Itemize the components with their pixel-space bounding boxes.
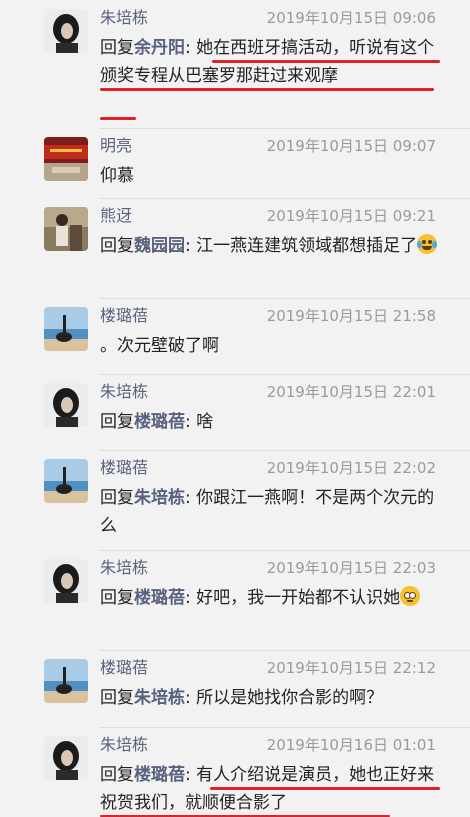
comment-time: 2019年10月15日 22:02 <box>266 459 436 477</box>
reply-target-name[interactable]: 朱培栋 <box>134 488 185 508</box>
reply-target-name[interactable]: 楼璐蓓 <box>134 765 185 785</box>
comment-item: 朱培栋 2019年10月15日 09:06 回复余丹阳: 她在西班牙搞活动，听说… <box>0 0 470 90</box>
laugh-cry-emoji-icon <box>417 234 438 254</box>
comment-text[interactable]: 。次元壁破了啊 <box>100 332 445 360</box>
comment-time: 2019年10月15日 09:07 <box>266 137 436 155</box>
comment-item: 朱培栋 2019年10月16日 01:01 回复楼璐蓓: 有人介绍说是演员，她也… <box>0 727 470 817</box>
avatar[interactable] <box>44 137 88 181</box>
comment-item: 熊迓 2019年10月15日 09:21 回复魏园园: 江一燕连建筑领域都想插足… <box>0 198 470 260</box>
comment-item: 明亮 2019年10月15日 09:07 仰慕 <box>0 128 470 190</box>
flushed-emoji-icon <box>400 586 421 606</box>
comment-text[interactable]: 仰慕 <box>100 162 445 190</box>
avatar[interactable] <box>44 736 88 780</box>
reply-label: 回复 <box>100 412 134 432</box>
highlight-underline <box>100 88 434 91</box>
avatar[interactable] <box>44 307 88 351</box>
reply-label: 回复 <box>100 588 134 608</box>
comment-time: 2019年10月15日 21:58 <box>266 307 436 325</box>
comment-text[interactable]: 回复朱培栋: 所以是她找你合影的啊？ <box>100 684 445 712</box>
avatar[interactable] <box>44 207 88 251</box>
highlight-underline <box>210 787 440 790</box>
comment-item: 楼璐蓓 2019年10月15日 22:02 回复朱培栋: 你跟江一燕啊！不是两个… <box>0 450 470 540</box>
comment-time: 2019年10月15日 09:06 <box>266 9 436 27</box>
comment-content: 所以是她找你合影的啊？ <box>196 688 384 708</box>
highlight-underline <box>212 60 440 63</box>
reply-target-name[interactable]: 楼璐蓓 <box>134 588 185 608</box>
comment-time: 2019年10月15日 22:12 <box>266 659 436 677</box>
avatar[interactable] <box>44 559 88 603</box>
reply-target-name[interactable]: 余丹阳 <box>134 38 185 58</box>
reply-target-name[interactable]: 魏园园 <box>134 236 185 256</box>
reply-label: 回复 <box>100 488 134 508</box>
highlight-underline <box>100 117 136 120</box>
comment-text[interactable]: 回复楼璐蓓: 好吧，我一开始都不认识她 <box>100 584 445 612</box>
comment-text[interactable]: 回复朱培栋: 你跟江一燕啊！不是两个次元的么 <box>100 484 445 540</box>
comment-time: 2019年10月15日 22:03 <box>266 559 436 577</box>
comment-content: 江一燕连建筑领域都想插足了 <box>196 236 418 256</box>
avatar[interactable] <box>44 9 88 53</box>
comment-text[interactable]: 回复魏园园: 江一燕连建筑领域都想插足了 <box>100 232 445 260</box>
comment-item: 朱培栋 2019年10月15日 22:03 回复楼璐蓓: 好吧，我一开始都不认识… <box>0 550 470 612</box>
reply-label: 回复 <box>100 236 134 256</box>
comment-item: 楼璐蓓 2019年10月15日 21:58 。次元壁破了啊 <box>0 298 470 360</box>
comment-text[interactable]: 回复楼璐蓓: 啥 <box>100 408 445 436</box>
reply-label: 回复 <box>100 688 134 708</box>
avatar[interactable] <box>44 459 88 503</box>
reply-target-name[interactable]: 楼璐蓓 <box>134 412 185 432</box>
avatar[interactable] <box>44 383 88 427</box>
comment-content: 。次元壁破了啊 <box>100 336 219 356</box>
comment-content: 好吧，我一开始都不认识她 <box>196 588 401 608</box>
comment-time: 2019年10月15日 22:01 <box>266 383 436 401</box>
reply-target-name[interactable]: 朱培栋 <box>134 688 185 708</box>
reply-label: 回复 <box>100 38 134 58</box>
comment-content: 啥 <box>196 412 214 432</box>
reply-label: 回复 <box>100 765 134 785</box>
comment-content: 仰慕 <box>100 166 134 186</box>
comment-time: 2019年10月15日 09:21 <box>266 207 436 225</box>
comment-time: 2019年10月16日 01:01 <box>266 736 436 754</box>
comment-item: 楼璐蓓 2019年10月15日 22:12 回复朱培栋: 所以是她找你合影的啊？ <box>0 650 470 712</box>
avatar[interactable] <box>44 659 88 703</box>
comment-item: 朱培栋 2019年10月15日 22:01 回复楼璐蓓: 啥 <box>0 374 470 436</box>
